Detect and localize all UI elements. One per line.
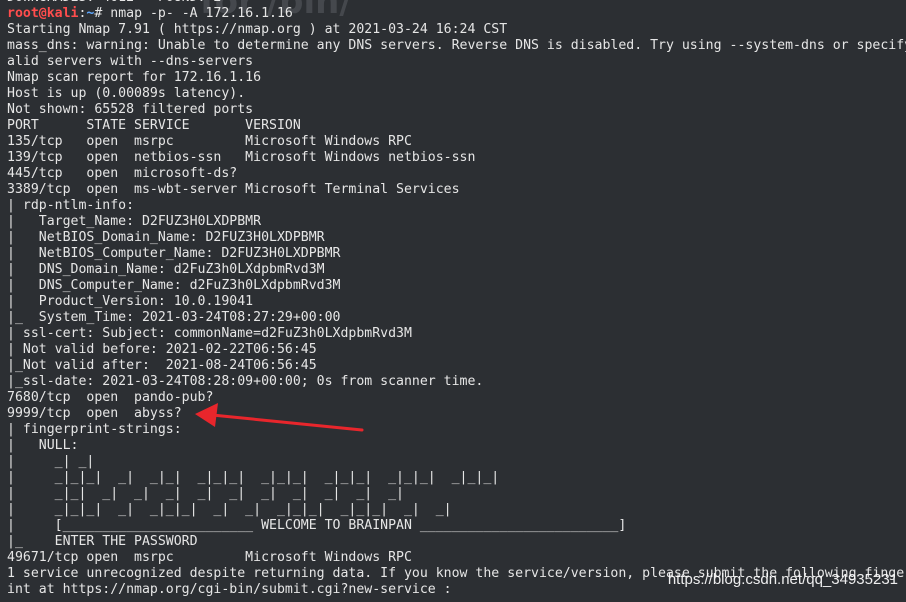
terminal-line: | Target_Name: D2FUZ3H0LXDPBMR xyxy=(7,214,262,229)
terminal-line: 3389/tcp open ms-wbt-server Microsoft Te… xyxy=(7,182,460,197)
terminal-line: | _|_|_| _| _|_| _|_|_| _|_|_| _|_|_| _|… xyxy=(7,470,500,485)
terminal-line: | ssl-cert: Subject: commonName=d2FuZ3h0… xyxy=(7,326,412,341)
terminal-line: | rdp-ntlm-info: xyxy=(7,198,135,213)
terminal-line: 445/tcp open microsoft-ds? xyxy=(7,166,238,181)
terminal-window[interactable]: for /bin/ DOWNGRADES: 4012 FOUND: 2root@… xyxy=(0,0,906,602)
terminal-line: 9999/tcp open abyss? xyxy=(7,406,182,421)
terminal-output: DOWNGRADES: 4012 FOUND: 2root@kali:~# nm… xyxy=(7,0,906,598)
terminal-line: | NULL: xyxy=(7,438,79,453)
terminal-line: | NetBIOS_Domain_Name: D2FUZ3H0LXDPBMR xyxy=(7,230,325,245)
prompt-symbol: # xyxy=(94,6,111,21)
terminal-line: | _|_|_| _| _|_|_| _| _| _|_|_| _|_|_| _… xyxy=(7,502,452,517)
prompt-line: root@kali:~# nmap -p- -A 172.16.1.16 xyxy=(7,6,906,22)
terminal-line: | DNS_Computer_Name: d2FuZ3h0LXdpbmRvd3M xyxy=(7,278,341,293)
terminal-line: | _|_| _| _| _| _| _| _| _| _| _| _| xyxy=(7,486,404,501)
terminal-line: PORT STATE SERVICE VERSION xyxy=(7,118,301,133)
terminal-line: Not shown: 65528 filtered ports xyxy=(7,102,254,117)
terminal-line: | NetBIOS_Computer_Name: D2FUZ3H0LXDPBMR xyxy=(7,246,341,261)
terminal-line: |_ System_Time: 2021-03-24T08:27:29+00:0… xyxy=(7,310,341,325)
terminal-line: alid servers with --dns-servers xyxy=(7,54,254,69)
terminal-line: |_Not valid after: 2021-08-24T06:56:45 xyxy=(7,358,317,373)
terminal-line: | [________________________ WELCOME TO B… xyxy=(7,518,627,533)
prompt-command: nmap -p- -A 172.16.1.16 xyxy=(110,6,293,21)
terminal-line: mass_dns: warning: Unable to determine a… xyxy=(7,38,906,53)
terminal-line: | fingerprint-strings: xyxy=(7,422,182,437)
terminal-line: | Product_Version: 10.0.19041 xyxy=(7,294,254,309)
terminal-line: |_ssl-date: 2021-03-24T08:28:09+00:00; 0… xyxy=(7,374,484,389)
terminal-line: 7680/tcp open pando-pub? xyxy=(7,390,214,405)
terminal-line: Host is up (0.00089s latency). xyxy=(7,86,246,101)
prompt-user: root@kali xyxy=(7,6,79,21)
terminal-line: |_ ENTER THE PASSWORD xyxy=(7,534,198,549)
terminal-line: Nmap scan report for 172.16.1.16 xyxy=(7,70,262,85)
terminal-line: | DNS_Domain_Name: d2FuZ3h0LXdpbmRvd3M xyxy=(7,262,325,277)
terminal-line: 135/tcp open msrpc Microsoft Windows RPC xyxy=(7,134,412,149)
terminal-line: Starting Nmap 7.91 ( https://nmap.org ) … xyxy=(7,22,508,37)
terminal-line: 139/tcp open netbios-ssn Microsoft Windo… xyxy=(7,150,476,165)
terminal-line: 49671/tcp open msrpc Microsoft Windows R… xyxy=(7,550,412,565)
watermark-url: https://blog.csdn.net/qq_34935231 xyxy=(667,571,898,588)
terminal-line: | _| _| xyxy=(7,454,95,469)
terminal-line: | Not valid before: 2021-02-22T06:56:45 xyxy=(7,342,317,357)
